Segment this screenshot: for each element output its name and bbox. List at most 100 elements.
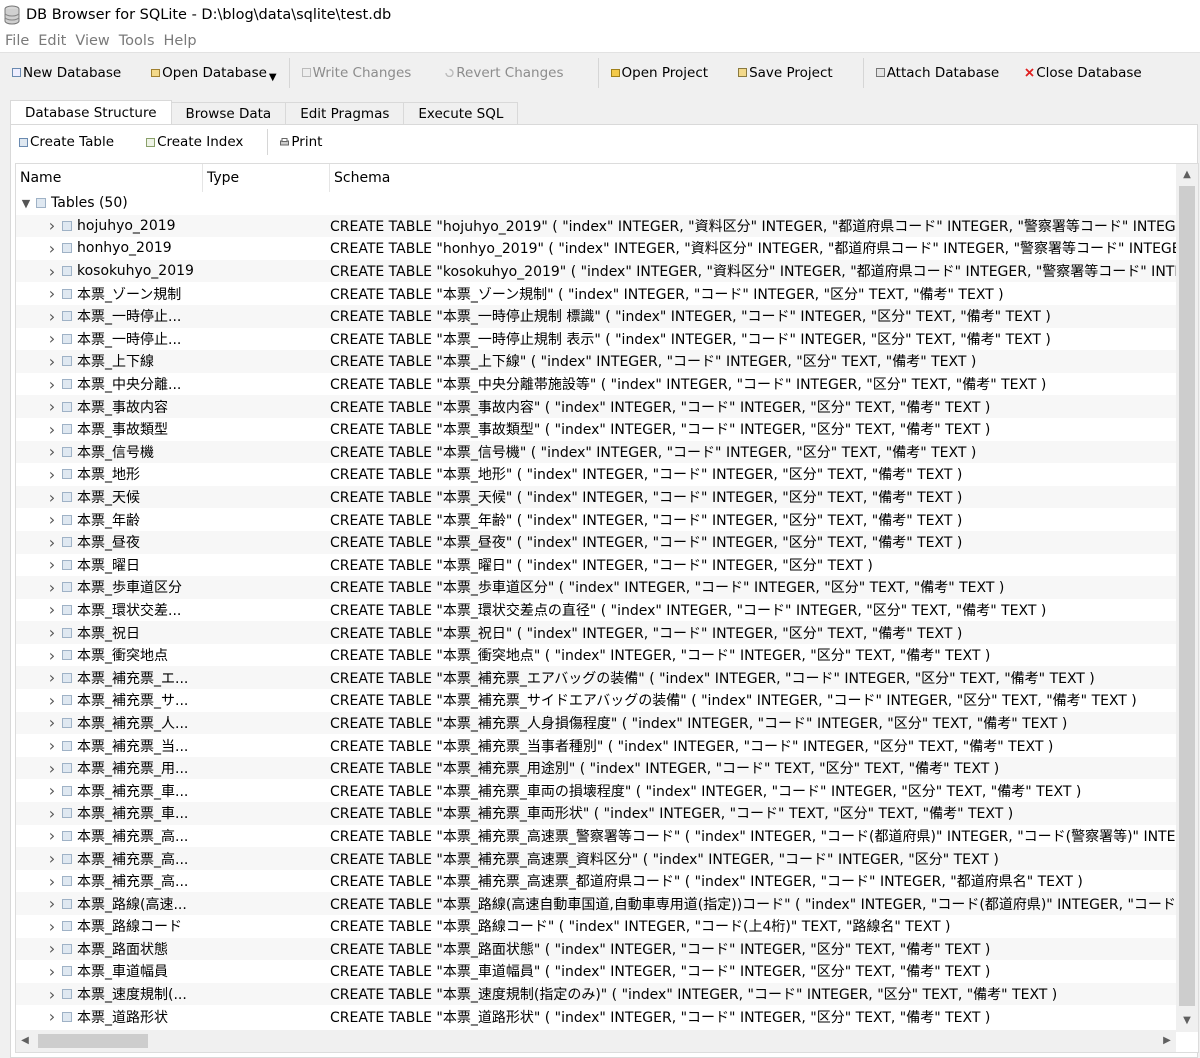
chevron-down-icon[interactable]: ▼: [20, 197, 32, 210]
table-row[interactable]: › 本票_補充票_高... CREATE TABLE "本票_補充票_高速票_警察署…: [16, 825, 1176, 848]
print-button[interactable]: Print: [272, 134, 330, 150]
table-row[interactable]: › kosokuhyo_2019 CREATE TABLE "kosokuhyo_2…: [16, 259, 1176, 283]
table-row[interactable]: › hojuhyo_2019 CREATE TABLE "hojuhyo_2019"…: [16, 214, 1176, 238]
chevron-right-icon[interactable]: ›: [46, 375, 58, 394]
schema-tree[interactable]: Name Type Schema ▼ Tables (50) › hojuhyo_…: [15, 163, 1199, 1053]
open-project-button[interactable]: Open Project: [605, 58, 715, 88]
table-row[interactable]: › 本票_曜日 CREATE TABLE "本票_曜日" ( "index" INT…: [16, 554, 1176, 577]
menu-edit[interactable]: Edit: [33, 33, 70, 49]
chevron-right-icon[interactable]: ›: [46, 397, 58, 416]
chevron-right-icon[interactable]: ›: [46, 216, 58, 235]
revert-changes-button[interactable]: Revert Changes: [439, 58, 569, 88]
chevron-right-icon[interactable]: ›: [46, 781, 58, 800]
table-row[interactable]: › 本票_道路形状 CREATE TABLE "本票_道路形状" ( "index"…: [16, 1005, 1176, 1028]
chevron-right-icon[interactable]: ›: [46, 736, 58, 755]
table-row[interactable]: › 本票_中央分離... CREATE TABLE "本票_中央分離帯施設等" ( …: [16, 373, 1176, 396]
tree-group-tables[interactable]: ▼ Tables (50): [16, 192, 1176, 215]
vertical-scrollbar[interactable]: ▲ ▼: [1176, 164, 1198, 1032]
table-row[interactable]: › 本票_補充票_高... CREATE TABLE "本票_補充票_高速票_資料区…: [16, 847, 1176, 870]
chevron-right-icon[interactable]: ›: [46, 691, 58, 710]
chevron-right-icon[interactable]: ›: [46, 329, 58, 348]
chevron-right-icon[interactable]: ›: [46, 939, 58, 958]
menu-help[interactable]: Help: [159, 33, 201, 49]
chevron-right-icon[interactable]: ›: [46, 262, 58, 281]
table-row[interactable]: › 本票_路面状態 CREATE TABLE "本票_路面状態" ( "index"…: [16, 937, 1176, 961]
table-row[interactable]: › 本票_天候 CREATE TABLE "本票_天候" ( "index" INT…: [16, 485, 1176, 509]
table-row[interactable]: › 本票_補充票_エ... CREATE TABLE "本票_補充票_エアバッグの装…: [16, 666, 1176, 690]
chevron-right-icon[interactable]: ›: [46, 442, 58, 461]
menu-file[interactable]: File: [0, 33, 33, 49]
write-changes-button[interactable]: Write Changes: [296, 58, 418, 88]
table-row[interactable]: › 本票_車道幅員 CREATE TABLE "本票_車道幅員" ( "index"…: [16, 960, 1176, 983]
chevron-right-icon[interactable]: ›: [46, 713, 58, 732]
create-index-button[interactable]: Create Index: [138, 134, 251, 150]
table-row[interactable]: › 本票_昼夜 CREATE TABLE "本票_昼夜" ( "index" INT…: [16, 530, 1176, 554]
chevron-right-icon[interactable]: ›: [46, 488, 58, 507]
table-row[interactable]: › 本票_補充票_高... CREATE TABLE "本票_補充票_高速票_都道府…: [16, 870, 1176, 893]
table-row[interactable]: › 本票_ゾーン規制 CREATE TABLE "本票_ゾーン規制" ( "inde…: [16, 282, 1176, 305]
scroll-left-arrow-icon[interactable]: ◀: [16, 1032, 34, 1050]
menu-tools[interactable]: Tools: [114, 33, 159, 49]
tab-edit-pragmas[interactable]: Edit Pragmas: [285, 102, 405, 124]
chevron-right-icon[interactable]: ›: [46, 352, 58, 371]
chevron-right-icon[interactable]: ›: [46, 917, 58, 936]
scroll-right-arrow-icon[interactable]: ▶: [1158, 1032, 1176, 1050]
table-row[interactable]: › 本票_上下線 CREATE TABLE "本票_上下線" ( "index" I…: [16, 350, 1176, 373]
table-row[interactable]: › 本票_一時停止... CREATE TABLE "本票_一時停止規制 標識" (…: [16, 304, 1176, 328]
table-row[interactable]: › 本票_一時停止... CREATE TABLE "本票_一時停止規制 表示" (…: [16, 328, 1176, 351]
chevron-right-icon[interactable]: ›: [46, 849, 58, 868]
tab-execute-sql[interactable]: Execute SQL: [403, 102, 519, 124]
chevron-right-icon[interactable]: ›: [46, 465, 58, 484]
chevron-right-icon[interactable]: ›: [46, 826, 58, 845]
tab-browse-data[interactable]: Browse Data: [170, 102, 287, 124]
close-database-button[interactable]: Close Database: [1019, 58, 1147, 88]
table-row[interactable]: › 本票_速度規制(... CREATE TABLE "本票_速度規制(指定のみ)"…: [16, 982, 1176, 1006]
chevron-right-icon[interactable]: ›: [46, 420, 58, 439]
chevron-right-icon[interactable]: ›: [46, 646, 58, 665]
table-row[interactable]: › 本票_事故類型 CREATE TABLE "本票_事故類型" ( "index"…: [16, 418, 1176, 441]
chevron-right-icon[interactable]: ›: [46, 510, 58, 529]
table-row[interactable]: › 本票_路線コード CREATE TABLE "本票_路線コード" ( "inde…: [16, 915, 1176, 938]
table-row[interactable]: › 本票_補充票_当... CREATE TABLE "本票_補充票_当事者種別" …: [16, 734, 1176, 757]
column-header-schema[interactable]: Schema: [330, 164, 1176, 192]
chevron-right-icon[interactable]: ›: [46, 307, 58, 326]
table-row[interactable]: › honhyo_2019 CREATE TABLE "honhyo_2019" (…: [16, 237, 1176, 260]
column-header-type[interactable]: Type: [203, 164, 330, 192]
scroll-down-arrow-icon[interactable]: ▼: [1176, 1012, 1198, 1030]
open-database-button[interactable]: Open Database ▼: [145, 58, 282, 88]
chevron-right-icon[interactable]: ›: [46, 985, 58, 1004]
save-project-button[interactable]: Save Project: [732, 58, 839, 88]
create-table-button[interactable]: Create Table: [11, 134, 122, 150]
table-row[interactable]: › 本票_路線(高速... CREATE TABLE "本票_路線(高速自動車国道,…: [16, 892, 1176, 915]
chevron-right-icon[interactable]: ›: [46, 872, 58, 891]
chevron-right-icon[interactable]: ›: [46, 759, 58, 778]
vertical-scroll-thumb[interactable]: [1179, 186, 1195, 1006]
chevron-right-icon[interactable]: ›: [46, 578, 58, 597]
table-row[interactable]: › 本票_歩車道区分 CREATE TABLE "本票_歩車道区分" ( "inde…: [16, 576, 1176, 599]
table-row[interactable]: › 本票_事故内容 CREATE TABLE "本票_事故内容" ( "index"…: [16, 395, 1176, 418]
chevron-right-icon[interactable]: ›: [46, 555, 58, 574]
new-database-button[interactable]: New Database: [6, 58, 127, 88]
horizontal-scrollbar[interactable]: ◀ ▶: [16, 1030, 1176, 1052]
chevron-right-icon[interactable]: ›: [46, 600, 58, 619]
table-row[interactable]: › 本票_祝日 CREATE TABLE "本票_祝日" ( "index" INT…: [16, 621, 1176, 644]
column-header-name[interactable]: Name: [16, 164, 203, 192]
table-row[interactable]: › 本票_補充票_用... CREATE TABLE "本票_補充票_用途別" ( …: [16, 756, 1176, 780]
menu-view[interactable]: View: [70, 33, 113, 49]
table-row[interactable]: › 本票_補充票_車... CREATE TABLE "本票_補充票_車両形状" (…: [16, 802, 1176, 825]
chevron-right-icon[interactable]: ›: [46, 668, 58, 687]
chevron-right-icon[interactable]: ›: [46, 1007, 58, 1026]
chevron-down-icon[interactable]: ▼: [269, 72, 277, 83]
horizontal-scroll-thumb[interactable]: [38, 1034, 148, 1048]
chevron-right-icon[interactable]: ›: [46, 239, 58, 258]
chevron-right-icon[interactable]: ›: [46, 804, 58, 823]
chevron-right-icon[interactable]: ›: [46, 533, 58, 552]
table-row[interactable]: › 本票_補充票_車... CREATE TABLE "本票_補充票_車両の損壊程度…: [16, 779, 1176, 802]
attach-database-button[interactable]: Attach Database: [870, 58, 1006, 88]
chevron-right-icon[interactable]: ›: [46, 962, 58, 981]
table-row[interactable]: › 本票_環状交差... CREATE TABLE "本票_環状交差点の直径" ( …: [16, 599, 1176, 622]
chevron-right-icon[interactable]: ›: [46, 623, 58, 642]
table-row[interactable]: › 本票_補充票_人... CREATE TABLE "本票_補充票_人身損傷程度"…: [16, 711, 1176, 735]
table-row[interactable]: › 本票_衝突地点 CREATE TABLE "本票_衝突地点" ( "index"…: [16, 644, 1176, 667]
table-row[interactable]: › 本票_地形 CREATE TABLE "本票_地形" ( "index" INT…: [16, 463, 1176, 486]
